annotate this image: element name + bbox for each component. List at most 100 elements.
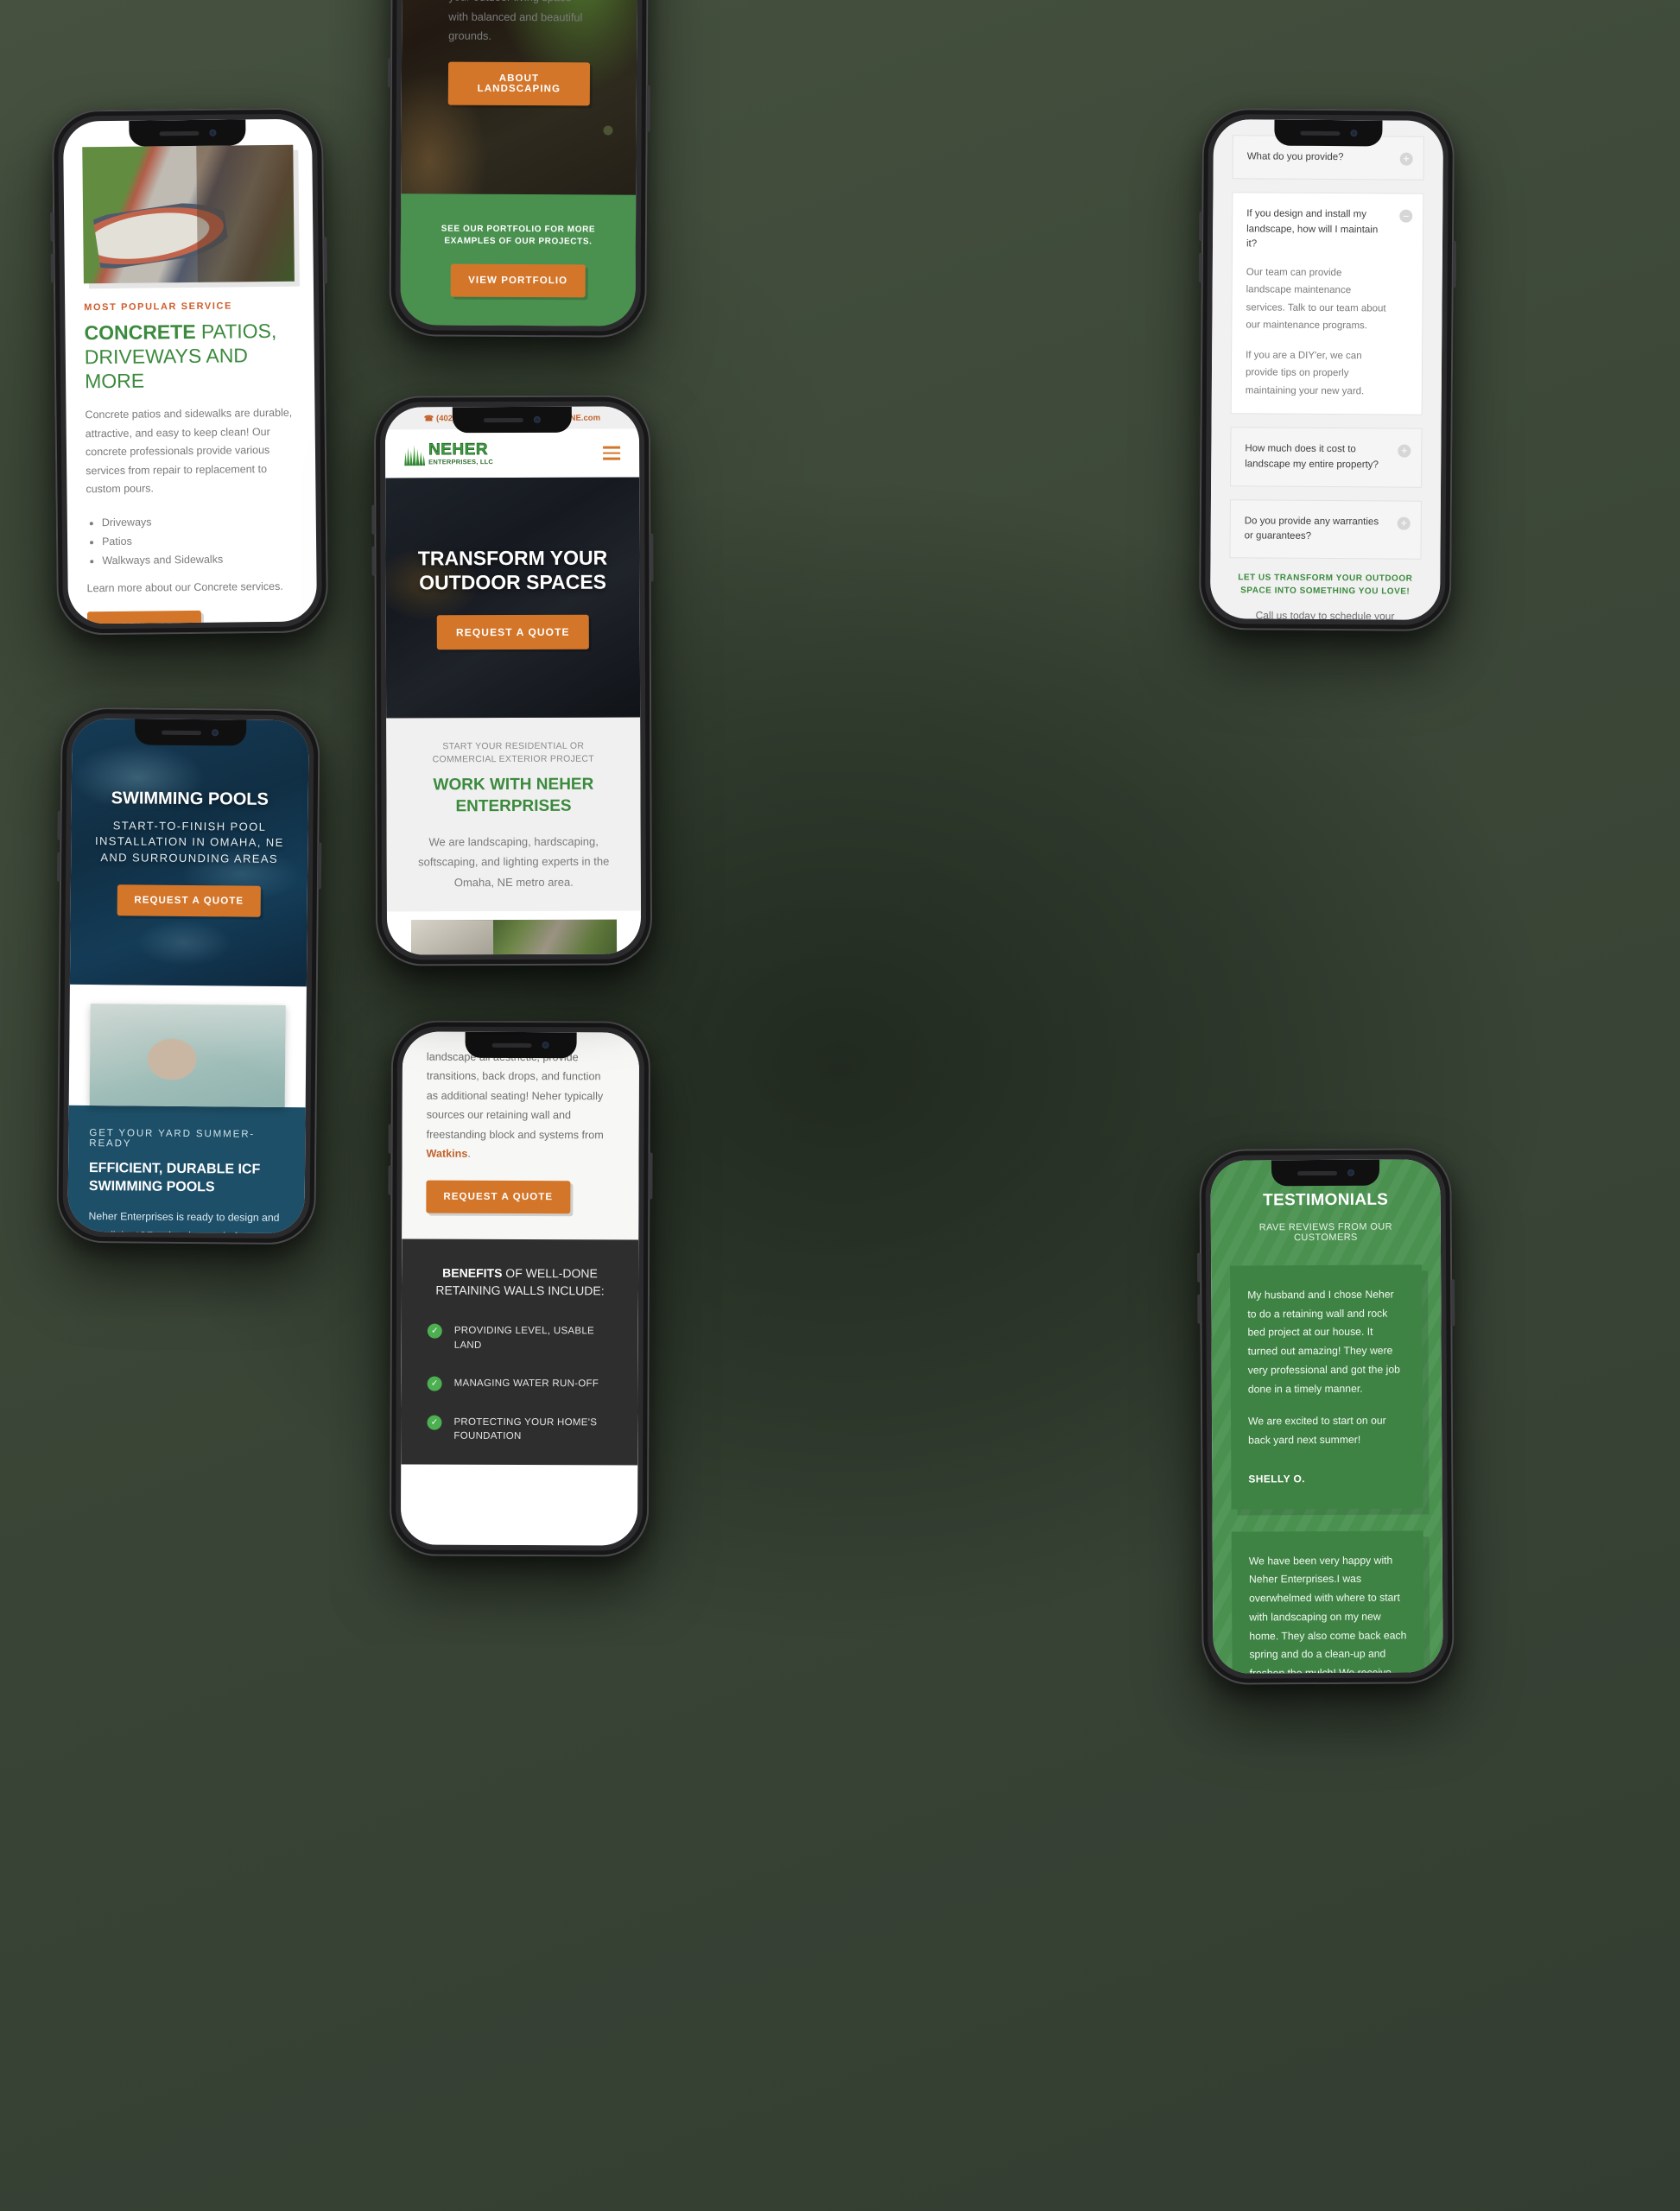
- front-camera: [212, 729, 219, 737]
- logo-suffix: ENTERPRISES, LLC: [428, 458, 494, 466]
- earpiece-speaker: [483, 417, 523, 422]
- front-camera: [1347, 1169, 1354, 1176]
- volume-down-button[interactable]: [1197, 1294, 1201, 1324]
- minus-icon[interactable]: –: [1399, 209, 1413, 223]
- power-button[interactable]: [1452, 241, 1457, 288]
- benefit-label: PROTECTING YOUR HOME'S FOUNDATION: [453, 1416, 598, 1442]
- device-notch: [134, 719, 246, 746]
- portfolio-caption: SEE OUR PORTFOLIO FOR MORE EXAMPLES OF O…: [441, 224, 596, 247]
- pool-hero-subtitle: START-TO-FINISH POOL INSTALLATION IN OMA…: [94, 819, 284, 865]
- concrete-eyebrow: MOST POPULAR SERVICE: [84, 301, 233, 314]
- faq-question: How much does it cost to landscape my en…: [1245, 443, 1379, 470]
- list-item: Driveways: [102, 510, 297, 532]
- pool-hero-title: SWIMMING POOLS: [111, 789, 269, 809]
- pool-paragraph: Neher Enterprises is ready to design and…: [88, 1210, 280, 1233]
- intro-heading: WORK WITH NEHER ENTERPRISES: [433, 776, 594, 816]
- faq-item[interactable]: If you design and install my landscape, …: [1230, 192, 1424, 416]
- site-navbar: NEHER ENTERPRISES, LLC: [384, 428, 640, 478]
- benefit-label: MANAGING WATER RUN-OFF: [453, 1378, 599, 1390]
- testimonial-text: My husband and I chose Neher to do a ret…: [1247, 1288, 1400, 1396]
- plus-icon[interactable]: +: [1399, 152, 1413, 166]
- testimonial-text: We have been very happy with Neher Enter…: [1248, 1554, 1407, 1674]
- faq-answer-secondary: If you are a DIY'er, we can provide tips…: [1245, 350, 1365, 397]
- faq-question: If you design and install my landscape, …: [1246, 208, 1379, 250]
- concrete-patio-photo: [82, 144, 295, 284]
- earpiece-speaker: [159, 130, 200, 136]
- volume-up-button[interactable]: [57, 810, 61, 840]
- portfolio-cta-section: SEE OUR PORTFOLIO FOR MORE EXAMPLES OF O…: [400, 193, 637, 326]
- concrete-paragraph: Concrete patios and sidewalks are durabl…: [85, 406, 293, 496]
- testimonial-card: My husband and I chose Neher to do a ret…: [1230, 1264, 1423, 1510]
- pool-eyebrow: GET YOUR YARD SUMMER-READY: [89, 1128, 256, 1150]
- watkins-link[interactable]: Watkins: [427, 1148, 468, 1160]
- request-quote-button[interactable]: REQUEST A QUOTE: [117, 884, 262, 917]
- volume-down-button[interactable]: [371, 546, 376, 576]
- volume-up-button[interactable]: [371, 504, 376, 535]
- faq-cta-subtext: Call us today to schedule your complimen…: [1255, 609, 1395, 620]
- device-notch: [465, 1031, 577, 1059]
- faq-answer: Our team can provide landscape maintenan…: [1246, 267, 1386, 332]
- intro-paragraph: We are landscaping, hardscaping, softsca…: [418, 834, 610, 889]
- intro-eyebrow: START YOUR RESIDENTIAL OR COMMERCIAL EXT…: [432, 740, 595, 765]
- power-button[interactable]: [317, 842, 322, 890]
- hamburger-menu-icon[interactable]: [603, 446, 621, 460]
- device-notch: [452, 406, 573, 434]
- device-notch: [129, 119, 246, 147]
- concrete-heading-bold: CONCRETE: [84, 320, 196, 345]
- testimonials-title: TESTIMONIALS: [1263, 1190, 1389, 1210]
- learn-more-button[interactable]: LEARN MORE: [86, 611, 202, 624]
- volume-down-button[interactable]: [1198, 252, 1202, 282]
- testimonial-text-secondary: We are excited to start on our back yard…: [1247, 1414, 1386, 1447]
- view-portfolio-button[interactable]: VIEW PORTFOLIO: [451, 263, 586, 297]
- volume-down-button[interactable]: [56, 852, 61, 882]
- volume-up-button[interactable]: [387, 58, 392, 88]
- power-button[interactable]: [1451, 1279, 1455, 1327]
- list-item: Walkways and Sidewalks: [102, 549, 297, 571]
- logo[interactable]: NEHER ENTERPRISES, LLC: [404, 440, 494, 466]
- request-quote-button[interactable]: REQUEST A QUOTE: [426, 1181, 571, 1214]
- volume-up-button[interactable]: [1199, 211, 1203, 241]
- device-notch: [1274, 119, 1383, 147]
- power-button[interactable]: [650, 533, 654, 582]
- pool-hero-section: SWIMMING POOLS START-TO-FINISH POOL INST…: [69, 718, 309, 987]
- hero-title: TRANSFORM YOUR OUTDOOR SPACES: [417, 546, 608, 594]
- list-item: Patios: [102, 530, 297, 552]
- landscaping-paragraph: stone features, can be hard on the eye. …: [448, 0, 583, 43]
- request-quote-button[interactable]: REQUEST A QUOTE: [436, 614, 589, 650]
- power-button[interactable]: [649, 1152, 653, 1200]
- front-camera: [533, 415, 541, 423]
- concrete-heading: CONCRETE PATIOS, DRIVEWAYS AND MORE: [84, 319, 295, 394]
- earpiece-speaker: [491, 1042, 532, 1048]
- check-circle-icon: ✓: [427, 1376, 442, 1391]
- grass-icon: [404, 443, 425, 466]
- benefit-row: ✓ MANAGING WATER RUN-OFF: [427, 1376, 612, 1391]
- volume-up-button[interactable]: [50, 212, 54, 242]
- power-button[interactable]: [646, 85, 650, 132]
- benefits-section: BENEFITS OF WELL-DONE RETAINING WALLS IN…: [401, 1239, 639, 1465]
- check-circle-icon: ✓: [427, 1323, 442, 1339]
- phone-icon: ☎: [423, 413, 434, 422]
- volume-up-button[interactable]: [1197, 1252, 1201, 1283]
- power-button[interactable]: [323, 237, 327, 284]
- plus-icon[interactable]: +: [1397, 516, 1411, 530]
- walls-paragraph: landscape all aesthetic, provide transit…: [427, 1048, 615, 1164]
- benefit-row: ✓ PROVIDING LEVEL, USABLE LAND: [427, 1323, 612, 1353]
- testimonial-author: SHELLY O.: [1248, 1472, 1306, 1486]
- concrete-service-list: Driveways Patios Walkways and Sidewalks: [102, 510, 298, 570]
- volume-down-button[interactable]: [50, 253, 54, 283]
- faq-cta-heading: LET US TRANSFORM YOUR OUTDOOR SPACE INTO…: [1238, 573, 1413, 597]
- benefits-heading: BENEFITS OF WELL-DONE RETAINING WALLS IN…: [428, 1265, 612, 1300]
- faq-item[interactable]: Do you provide any warranties or guarant…: [1229, 499, 1422, 561]
- walls-text-section: landscape all aesthetic, provide transit…: [402, 1031, 640, 1240]
- phone-mockup-landscaping: stone features, can be hard on the eye. …: [387, 0, 650, 338]
- phone-mockup-testimonials: TESTIMONIALS RAVE REVIEWS FROM OUR CUSTO…: [1197, 1148, 1455, 1685]
- volume-up-button[interactable]: [388, 1124, 392, 1154]
- volume-down-button[interactable]: [388, 1165, 392, 1195]
- plus-icon[interactable]: +: [1398, 444, 1411, 458]
- front-camera: [542, 1042, 549, 1049]
- about-landscaping-button[interactable]: ABOUT LANDSCAPING: [447, 61, 591, 106]
- testimonial-card: We have been very happy with Neher Enter…: [1231, 1530, 1425, 1674]
- faq-item[interactable]: How much does it cost to landscape my en…: [1230, 427, 1423, 488]
- testimonials-subtitle: RAVE REVIEWS FROM OUR CUSTOMERS: [1258, 1221, 1393, 1244]
- walls-paragraph-text: landscape all aesthetic, provide transit…: [426, 1050, 604, 1141]
